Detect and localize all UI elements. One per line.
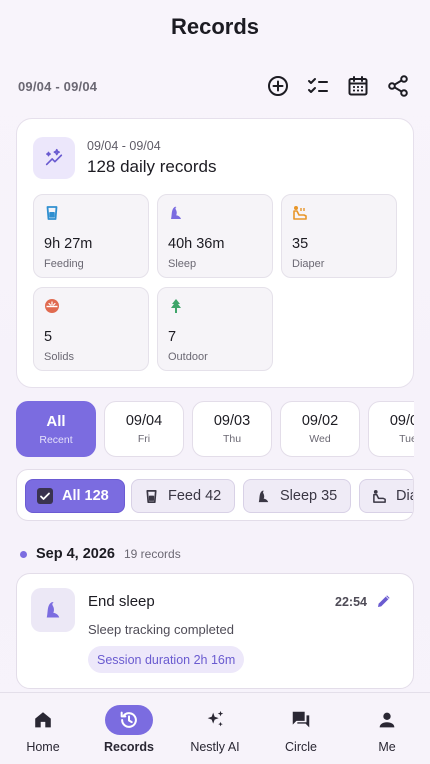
filter-feed[interactable]: Feed 42 (131, 479, 235, 513)
date-chip-week: Recent (39, 433, 73, 446)
stat-value: 35 (292, 236, 309, 252)
date-chip-day: All (46, 412, 66, 430)
stat-label: Sleep (168, 258, 197, 270)
checklist-icon (308, 78, 328, 93)
filter-sleep[interactable]: Sleep 35 (243, 479, 351, 513)
bottom-nav: Home Records Nestly AI Circle Me (0, 692, 430, 764)
nav-label: Me (378, 740, 396, 754)
check-box-icon (36, 487, 54, 505)
summary-range: 09/04 - 09/04 (87, 139, 161, 153)
date-chip-day: 09/02 (301, 413, 339, 429)
nav-circle[interactable]: Circle (258, 693, 344, 764)
record-icon-box (31, 588, 75, 632)
summary-count: 128 daily records (87, 157, 217, 176)
date-chip-0903[interactable]: 09/03 Thu (192, 401, 272, 457)
stat-label: Outdoor (168, 351, 208, 363)
date-chip-week: Tue (399, 433, 414, 445)
page-title: Records (170, 14, 260, 39)
stat-label: Feeding (44, 258, 84, 270)
record-card[interactable]: End sleep 22:54 Sleep tracking completed… (16, 573, 414, 689)
stat-label: Diaper (292, 258, 325, 270)
date-chip-0902[interactable]: 09/02 Wed (280, 401, 360, 457)
stat-outdoor[interactable]: 7 Outdoor (157, 287, 273, 371)
summary-card: 09/04 - 09/04 128 daily records 9h 27m F… (16, 118, 414, 388)
forum-icon (292, 711, 310, 728)
range-row: 09/04 - 09/04 (18, 72, 412, 100)
stat-label: Solids (44, 351, 74, 363)
date-range[interactable]: 09/04 - 09/04 (18, 79, 97, 94)
day-record-count: 19 records (124, 547, 181, 561)
records-screen: Records 09/04 - 09/04 09/04 - 09/04 128 … (0, 0, 430, 764)
stat-value: 5 (44, 329, 53, 345)
moon-icon (171, 206, 181, 219)
diaper-icon (370, 487, 388, 505)
bottle-icon (46, 206, 58, 220)
moon-icon (46, 602, 60, 618)
stat-feeding[interactable]: 9h 27m Feeding (33, 194, 149, 278)
calendar-icon (348, 76, 368, 96)
date-selector: All Recent 09/04 Fri 09/03 Thu 09/02 Wed… (16, 401, 414, 457)
home-icon (35, 712, 51, 728)
summary-icon-box (33, 137, 75, 179)
record-subtitle: Sleep tracking completed (88, 622, 234, 637)
filter-tabs: All 128 Feed 42 Sleep 35 Diaper (16, 469, 414, 521)
day-title: Sep 4, 2026 (36, 546, 115, 562)
nav-label: Records (103, 740, 155, 754)
filter-label: Sleep 35 (280, 488, 338, 504)
moon-icon (254, 487, 272, 505)
date-chip-week: Thu (222, 433, 242, 445)
nav-me[interactable]: Me (344, 693, 430, 764)
date-chip-all[interactable]: All Recent (16, 401, 96, 457)
record-time: 22:54 (335, 595, 367, 609)
date-chip-day: 09/04 (125, 413, 163, 429)
edit-icon[interactable] (375, 592, 393, 610)
stat-sleep[interactable]: 40h 36m Sleep (157, 194, 273, 278)
stat-value: 7 (168, 329, 177, 345)
share-button[interactable] (384, 72, 412, 100)
nav-label: Nestly AI (190, 740, 240, 754)
date-chip-day: 09/01 (389, 413, 414, 429)
nav-label: Home (26, 740, 60, 754)
stat-value: 9h 27m (44, 236, 93, 252)
nav-label: Circle (285, 740, 317, 754)
filter-label: Diaper (396, 488, 413, 504)
timeline-dot (20, 550, 27, 558)
stat-value: 40h 36m (168, 236, 225, 252)
add-record-button[interactable] (264, 72, 292, 100)
add-circle-icon (268, 76, 288, 96)
toolbar (264, 72, 412, 100)
date-chip-week: Wed (309, 433, 331, 445)
date-chip-day: 09/03 (213, 413, 251, 429)
bowl-icon (45, 299, 59, 313)
diaper-icon (293, 206, 307, 220)
tree-icon (171, 299, 181, 313)
select-button[interactable] (304, 72, 332, 100)
share-icon (388, 75, 408, 97)
session-duration-badge: Session duration 2h 16m (88, 646, 245, 673)
nav-home[interactable]: Home (0, 693, 86, 764)
nav-nestly-ai[interactable]: Nestly AI (172, 693, 258, 764)
history-icon (120, 711, 137, 728)
filter-label: All 128 (62, 488, 109, 504)
filter-diaper[interactable]: Diaper (359, 479, 413, 513)
summary-header: 09/04 - 09/04 128 daily records (33, 137, 216, 179)
auto-awesome-icon (45, 148, 63, 166)
filter-label: Feed 42 (168, 488, 222, 504)
bottle-icon (142, 487, 160, 505)
date-chip-0904[interactable]: 09/04 Fri (104, 401, 184, 457)
filter-all[interactable]: All 128 (25, 479, 125, 513)
nav-records[interactable]: Records (86, 693, 172, 764)
date-chip-week: Fri (137, 433, 151, 445)
calendar-button[interactable] (344, 72, 372, 100)
day-header: Sep 4, 2026 19 records (20, 546, 181, 562)
person-icon (379, 712, 395, 728)
sparkle-icon (207, 710, 224, 727)
date-chip-0901[interactable]: 09/01 Tue (368, 401, 414, 457)
stat-solids[interactable]: 5 Solids (33, 287, 149, 371)
record-title: End sleep (88, 593, 155, 610)
stat-diaper[interactable]: 35 Diaper (281, 194, 397, 278)
